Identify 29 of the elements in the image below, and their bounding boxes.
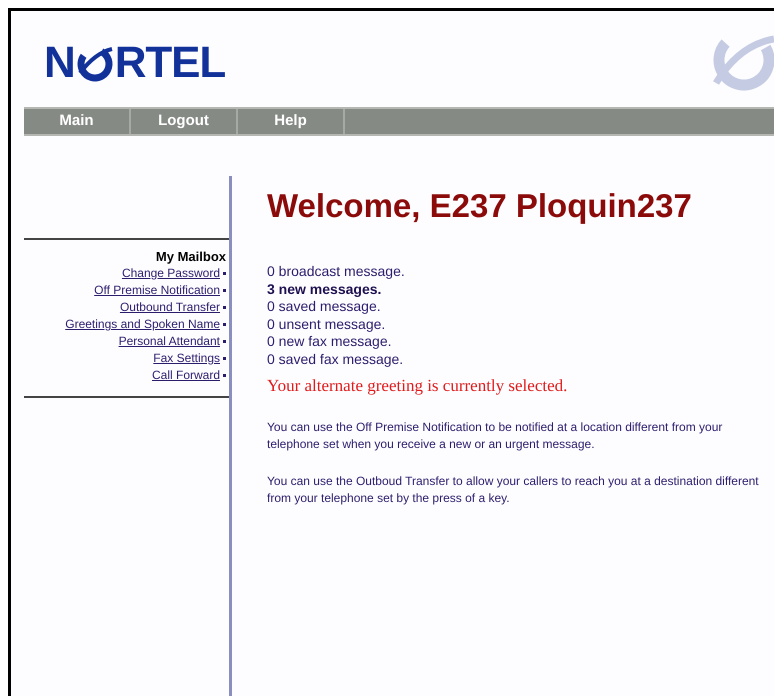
- sidebar-link[interactable]: Outbound Transfer: [120, 299, 220, 316]
- message-count: 0 new fax message.: [267, 333, 393, 350]
- bullet-icon: [223, 323, 226, 326]
- nav-link[interactable]: Main: [24, 109, 131, 134]
- logo: N RTEL: [44, 41, 226, 85]
- bullet-icon: [223, 340, 226, 343]
- message-count: 0 saved fax message.: [267, 350, 404, 368]
- sidebar-link[interactable]: Personal Attendant: [118, 333, 220, 350]
- message-count: 0 broadcast message.: [267, 263, 406, 280]
- bullet-icon: [223, 374, 226, 377]
- message-count: 3 new messages.: [267, 280, 382, 298]
- bullet-icon: [223, 306, 226, 309]
- message-count: 0 unsent message.: [267, 316, 386, 333]
- nav-link[interactable]: Help: [238, 109, 345, 134]
- sidebar-link[interactable]: Change Password: [122, 265, 220, 282]
- bullet-icon: [223, 272, 226, 275]
- info-paragraph: You can use the Off Premise Notification to be notified at a location different from your telephone set when you receive a new or an urgent message.: [267, 418, 724, 452]
- sidebar-link[interactable]: Greetings and Spoken Name: [65, 316, 220, 333]
- sidebar-link[interactable]: Off Premise Notification: [94, 282, 220, 299]
- sidebar-link[interactable]: Call Forward: [152, 367, 220, 384]
- info-paragraph: You can use the Outboud Transfer to allow your callers to reach you at a destination different from your telephone set by the press of a key.: [267, 472, 760, 506]
- nav-link[interactable]: Logout: [131, 109, 238, 134]
- bullet-icon: [223, 357, 226, 360]
- message-count: 0 saved message.: [267, 298, 382, 316]
- sidebar-link[interactable]: Fax Settings: [153, 350, 220, 367]
- bullet-icon: [223, 289, 226, 292]
- welcome-heading: Welcome, E237 Ploquin237: [267, 186, 693, 226]
- greeting-notice: Your alternate greeting is currently selected.: [267, 375, 568, 397]
- sidebar-heading: My Mailbox: [156, 248, 226, 265]
